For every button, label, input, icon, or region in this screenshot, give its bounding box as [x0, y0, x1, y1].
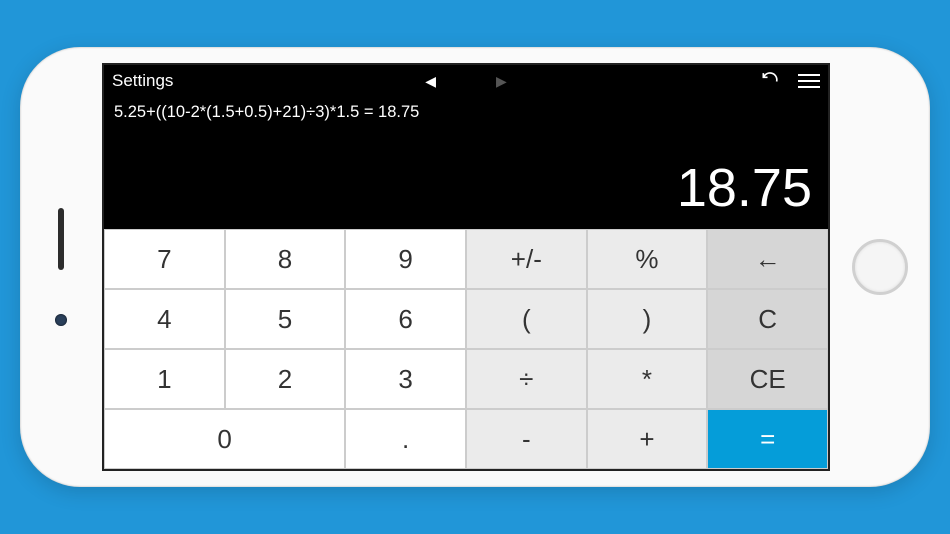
display-area: Settings ◀ ▶ 5.25+ [104, 65, 828, 229]
key-4[interactable]: 4 [104, 289, 225, 349]
settings-button[interactable]: Settings [112, 71, 173, 91]
menu-icon[interactable] [798, 74, 820, 88]
key-9[interactable]: 9 [345, 229, 466, 289]
key-0[interactable]: 0 [104, 409, 345, 469]
phone-left-cap [20, 208, 102, 326]
key-right-paren[interactable]: ) [587, 289, 708, 349]
undo-icon[interactable] [760, 69, 780, 94]
key-clear[interactable]: C [707, 289, 828, 349]
keypad: 7 8 9 +/- % ← 4 5 6 ( ) C 1 2 3 ÷ * CE 0… [104, 229, 828, 469]
key-backspace[interactable]: ← [707, 229, 828, 289]
key-5[interactable]: 5 [225, 289, 346, 349]
titlebar-right [760, 69, 820, 94]
key-7[interactable]: 7 [104, 229, 225, 289]
key-divide[interactable]: ÷ [466, 349, 587, 409]
key-clear-entry[interactable]: CE [707, 349, 828, 409]
history-next-icon: ▶ [496, 73, 507, 90]
title-bar: Settings ◀ ▶ [104, 65, 828, 97]
key-1[interactable]: 1 [104, 349, 225, 409]
front-camera [55, 314, 67, 326]
key-decimal[interactable]: . [345, 409, 466, 469]
home-button[interactable] [852, 239, 908, 295]
expression-display: 5.25+((10-2*(1.5+0.5)+21)÷3)*1.5 = 18.75 [104, 97, 828, 122]
key-percent[interactable]: % [587, 229, 708, 289]
key-multiply[interactable]: * [587, 349, 708, 409]
speaker-slot [58, 208, 64, 270]
key-6[interactable]: 6 [345, 289, 466, 349]
key-3[interactable]: 3 [345, 349, 466, 409]
key-8[interactable]: 8 [225, 229, 346, 289]
phone-right-cap [830, 239, 930, 295]
key-plus-minus[interactable]: +/- [466, 229, 587, 289]
key-left-paren[interactable]: ( [466, 289, 587, 349]
phone-frame: Settings ◀ ▶ 5.25+ [20, 47, 930, 487]
key-plus[interactable]: + [587, 409, 708, 469]
key-minus[interactable]: - [466, 409, 587, 469]
nav-arrows: ◀ ▶ [425, 73, 507, 90]
result-display: 18.75 [104, 122, 828, 229]
history-prev-icon[interactable]: ◀ [425, 73, 436, 90]
screen: Settings ◀ ▶ 5.25+ [102, 63, 830, 471]
key-2[interactable]: 2 [225, 349, 346, 409]
key-equals[interactable]: = [707, 409, 828, 469]
